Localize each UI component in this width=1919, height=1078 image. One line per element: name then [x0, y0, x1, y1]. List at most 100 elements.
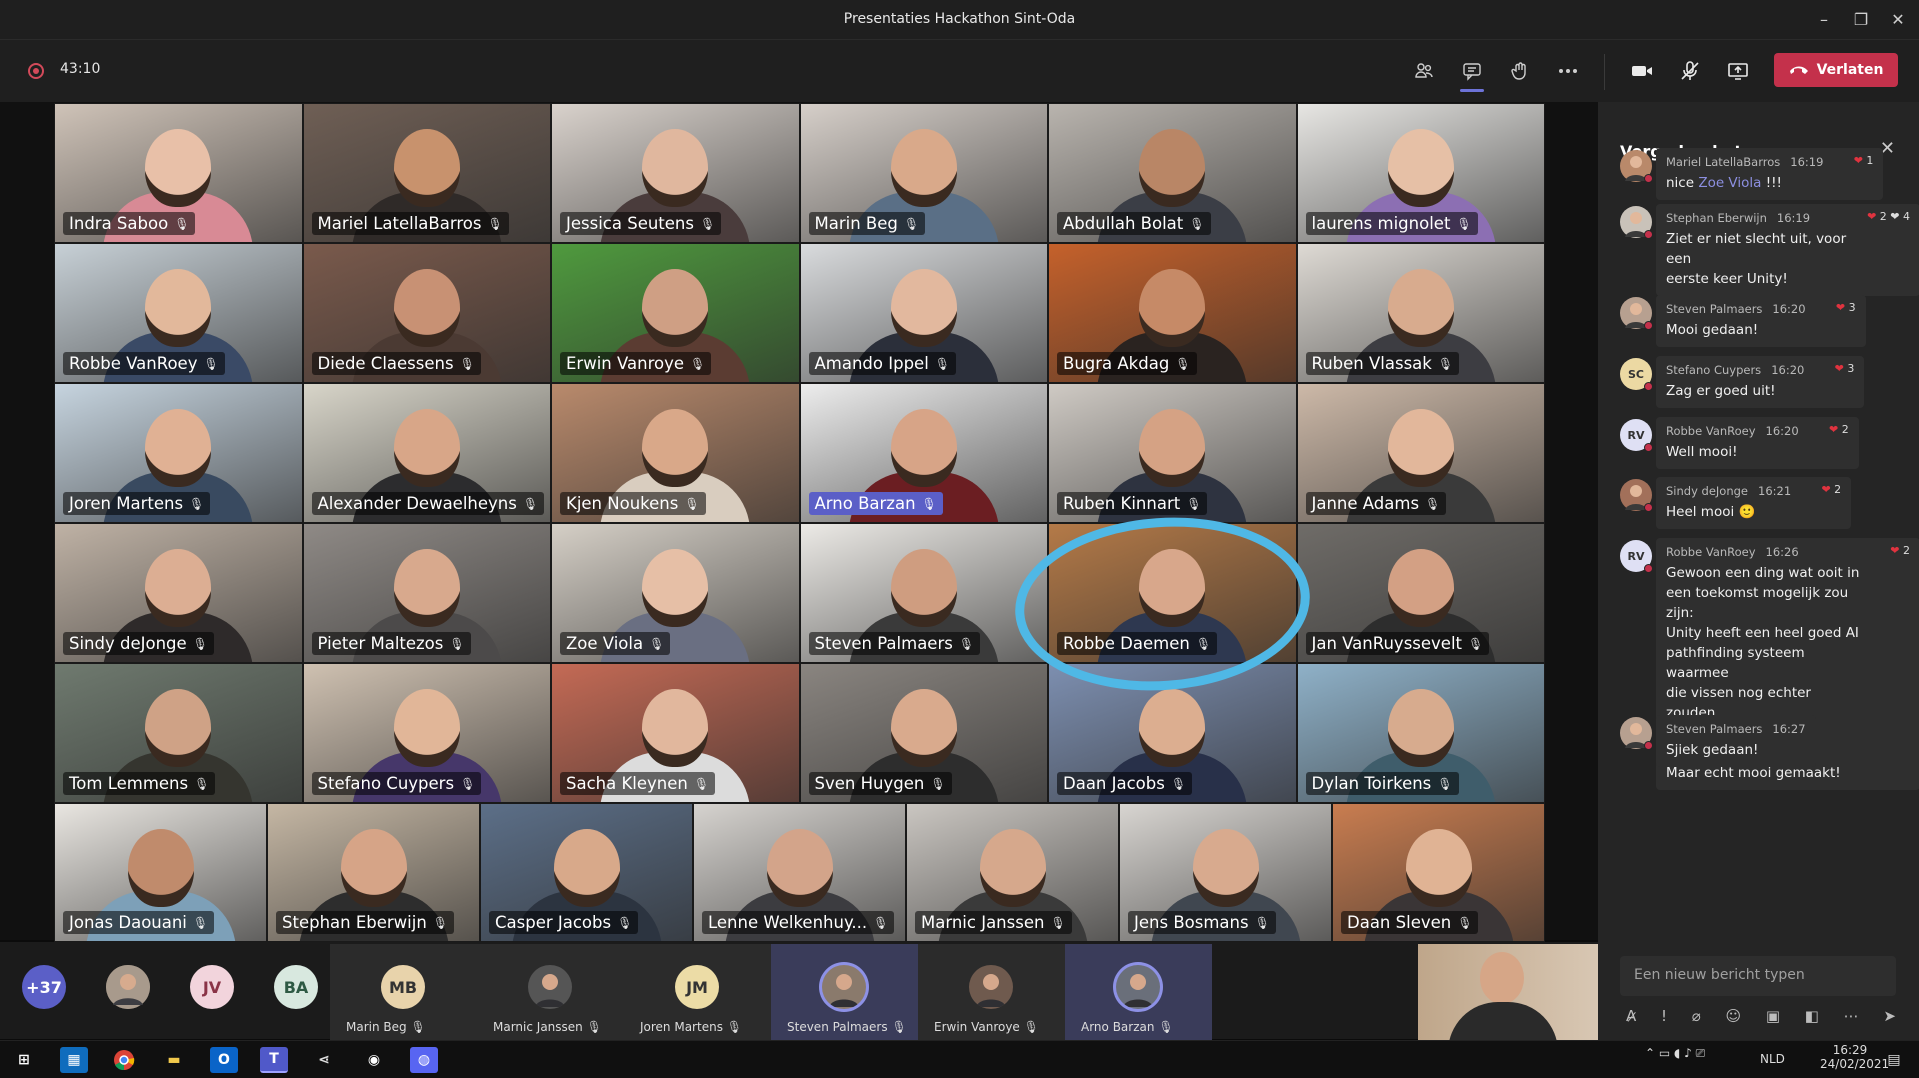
participant-video-tile[interactable]: Amando Ippel 🎙︎ — [799, 243, 1048, 383]
chat-button[interactable] — [1456, 56, 1488, 92]
participant-video-tile[interactable]: Kjen Noukens 🎙︎ — [551, 383, 800, 523]
strip-participant-card[interactable]: Marnic Janssen 🎙︎ — [477, 944, 624, 1040]
participant-video-tile[interactable]: Tom Lemmens 🎙︎ — [54, 663, 303, 803]
participant-name-label: Sindy deJonge 🎙︎ — [63, 632, 214, 655]
share-screen-button[interactable] — [1722, 56, 1754, 86]
tray-icons[interactable]: ⌃ ▭ ◖ ♪ ⎚ — [1645, 1046, 1705, 1061]
close-window-button[interactable]: ✕ — [1886, 8, 1910, 32]
participant-video-tile[interactable]: Sven Huygen 🎙︎ — [799, 663, 1048, 803]
participant-video-tile[interactable]: Jan VanRuyssevelt 🎙︎ — [1296, 523, 1545, 663]
windows-start-icon[interactable]: ⊞ — [10, 1047, 38, 1073]
send-icon[interactable]: ➤ — [1883, 1007, 1896, 1025]
participant-name: Joren Martens — [69, 494, 184, 513]
participant-video-tile[interactable]: Alexander Dewaelheyns 🎙︎ — [302, 383, 551, 523]
clock[interactable]: 16:29 24/02/2021 — [1820, 1043, 1889, 1071]
visual-studio-icon[interactable]: ⋖ — [310, 1047, 338, 1073]
participant-video-tile[interactable]: Dylan Toirkens 🎙︎ — [1296, 663, 1545, 803]
window-title: Presentaties Hackathon Sint-Oda — [843, 11, 1076, 27]
participant-video-tile[interactable]: Casper Jacobs 🎙︎ — [480, 803, 693, 942]
participant-video-tile[interactable]: Diede Claessens 🎙︎ — [302, 243, 551, 383]
participant-video-tile[interactable]: Sacha Kleynen 🎙︎ — [551, 663, 800, 803]
store-app-icon[interactable]: ▦ — [60, 1047, 88, 1073]
participant-name-label: Jens Bosmans 🎙︎ — [1128, 911, 1276, 934]
participant-video-tile[interactable]: Joren Martens 🎙︎ — [54, 383, 303, 523]
gif-icon[interactable]: ▣ — [1766, 1007, 1780, 1025]
message-reactions[interactable]: ❤ 2 — [1821, 483, 1841, 496]
strip-participant-card[interactable]: MB Marin Beg 🎙︎ — [330, 944, 477, 1040]
attach-icon[interactable]: ⌀ — [1692, 1007, 1701, 1025]
strip-participant-card[interactable]: Steven Palmaers 🎙︎ — [771, 944, 918, 1040]
mention-link[interactable]: Zoe Viola — [1698, 175, 1761, 191]
participant-video-tile[interactable]: laurens mignolet 🎙︎ — [1296, 103, 1545, 243]
message-reactions[interactable]: ❤ 3 — [1836, 301, 1856, 314]
participant-video-tile[interactable]: Jonas Daouani 🎙︎ — [54, 803, 267, 942]
strip-participant-card[interactable]: JM Joren Martens 🎙︎ — [624, 944, 771, 1040]
chrome-app-icon[interactable] — [110, 1047, 138, 1073]
participant-video-tile[interactable]: Marnic Janssen 🎙︎ — [906, 803, 1119, 942]
strip-participant-card[interactable]: Arno Barzan 🎙︎ — [1065, 944, 1212, 1040]
participant-video-tile[interactable]: Sindy deJonge 🎙︎ — [54, 523, 303, 663]
strip-participant-name: Marin Beg 🎙︎ — [346, 1020, 426, 1034]
participant-video-tile[interactable]: Daan Sleven 🎙︎ — [1332, 803, 1545, 942]
camera-button[interactable] — [1626, 56, 1658, 86]
participant-video-tile[interactable]: Jessica Seutens 🎙︎ — [551, 103, 800, 243]
participant-video-tile[interactable]: Mariel LatellaBarros 🎙︎ — [302, 103, 551, 243]
participant-video-tile[interactable]: Jens Bosmans 🎙︎ — [1119, 803, 1332, 942]
person-head — [340, 828, 407, 907]
participant-video-tile[interactable]: Indra Saboo 🎙︎ — [54, 103, 303, 243]
participant-name: Amando Ippel — [814, 354, 929, 373]
participant-video-tile[interactable]: Robbe VanRoey 🎙︎ — [54, 243, 303, 383]
discord-app-icon[interactable]: ◍ — [410, 1047, 438, 1073]
chat-bubble: Stephan Eberwijn 16:19 ❤ 2 ❤ 4 Ziet er niet… — [1656, 204, 1919, 296]
muted-microphone-icon: 🎙︎ — [586, 1020, 602, 1034]
emoji-icon[interactable]: ☺ — [1725, 1007, 1741, 1025]
obs-app-icon[interactable]: ◉ — [360, 1047, 388, 1073]
leave-meeting-button[interactable]: Verlaten — [1774, 53, 1898, 87]
participant-video-tile[interactable]: Bugra Akdag 🎙︎ — [1048, 243, 1297, 383]
participant-video-tile[interactable]: Zoe Viola 🎙︎ — [551, 523, 800, 663]
participant-video-tile[interactable]: Abdullah Bolat 🎙︎ — [1048, 103, 1297, 243]
participant-video-tile[interactable]: Erwin Vanroye 🎙︎ — [551, 243, 800, 383]
overflow-participants-button[interactable]: +37 — [22, 965, 66, 1009]
more-options-icon[interactable]: ⋯ — [1844, 1007, 1859, 1025]
message-reactions[interactable]: ❤ 2 — [1829, 423, 1849, 436]
file-explorer-icon[interactable]: ▬ — [160, 1047, 188, 1073]
participant-video-tile[interactable]: Steven Palmaers 🎙︎ — [799, 523, 1048, 663]
muted-microphone-icon: 🎙︎ — [449, 636, 465, 651]
participant-video-tile[interactable]: Ruben Kinnart 🎙︎ — [1048, 383, 1297, 523]
participant-name: Stefano Cuypers — [317, 774, 455, 793]
participant-video-tile[interactable]: Stephan Eberwijn 🎙︎ — [267, 803, 480, 942]
more-actions-button[interactable] — [1552, 56, 1584, 86]
participant-video-tile[interactable]: Lenne Welkenhuy... 🎙︎ — [693, 803, 906, 942]
message-reactions[interactable]: ❤ 1 — [1854, 154, 1874, 167]
message-compose-input[interactable]: Een nieuw bericht typen — [1620, 956, 1896, 996]
restore-button[interactable]: ❐ — [1849, 8, 1873, 32]
important-icon[interactable]: ! — [1661, 1007, 1667, 1025]
mute-button[interactable] — [1674, 56, 1706, 86]
message-reactions[interactable]: ❤ 2 ❤ 4 — [1867, 210, 1910, 223]
participant-video-tile[interactable]: Janne Adams 🎙︎ — [1296, 383, 1545, 523]
notifications-icon[interactable]: ▤ — [1880, 1047, 1908, 1073]
participant-video-tile[interactable]: Marin Beg 🎙︎ — [799, 103, 1048, 243]
participant-name-label: Casper Jacobs 🎙︎ — [489, 911, 639, 934]
participant-avatar-jv[interactable]: JV — [190, 965, 234, 1009]
person-head — [890, 548, 957, 627]
outlook-app-icon[interactable]: O — [210, 1047, 238, 1073]
strip-participant-card[interactable]: Erwin Vanroye 🎙︎ — [918, 944, 1065, 1040]
participant-avatar-ba[interactable]: BA — [274, 965, 318, 1009]
participant-video-tile[interactable]: Ruben Vlassak 🎙︎ — [1296, 243, 1545, 383]
format-icon[interactable]: A̷ — [1626, 1007, 1636, 1025]
message-reactions[interactable]: ❤ 3 — [1835, 362, 1855, 375]
participant-video-tile[interactable]: Stefano Cuypers 🎙︎ — [302, 663, 551, 803]
person-head — [1387, 408, 1454, 487]
sticker-icon[interactable]: ◧ — [1805, 1007, 1819, 1025]
minimize-button[interactable]: – — [1812, 8, 1836, 32]
language-indicator[interactable]: NLD — [1760, 1052, 1785, 1066]
participant-video-tile[interactable]: Pieter Maltezos 🎙︎ — [302, 523, 551, 663]
participant-avatar[interactable] — [106, 965, 150, 1009]
message-reactions[interactable]: ❤ 2 — [1890, 544, 1910, 557]
participants-button[interactable] — [1408, 56, 1440, 86]
teams-app-icon[interactable]: T — [260, 1047, 288, 1073]
reactions-button[interactable] — [1504, 56, 1536, 86]
participant-video-tile[interactable]: Arno Barzan 🎙︎ — [799, 383, 1048, 523]
